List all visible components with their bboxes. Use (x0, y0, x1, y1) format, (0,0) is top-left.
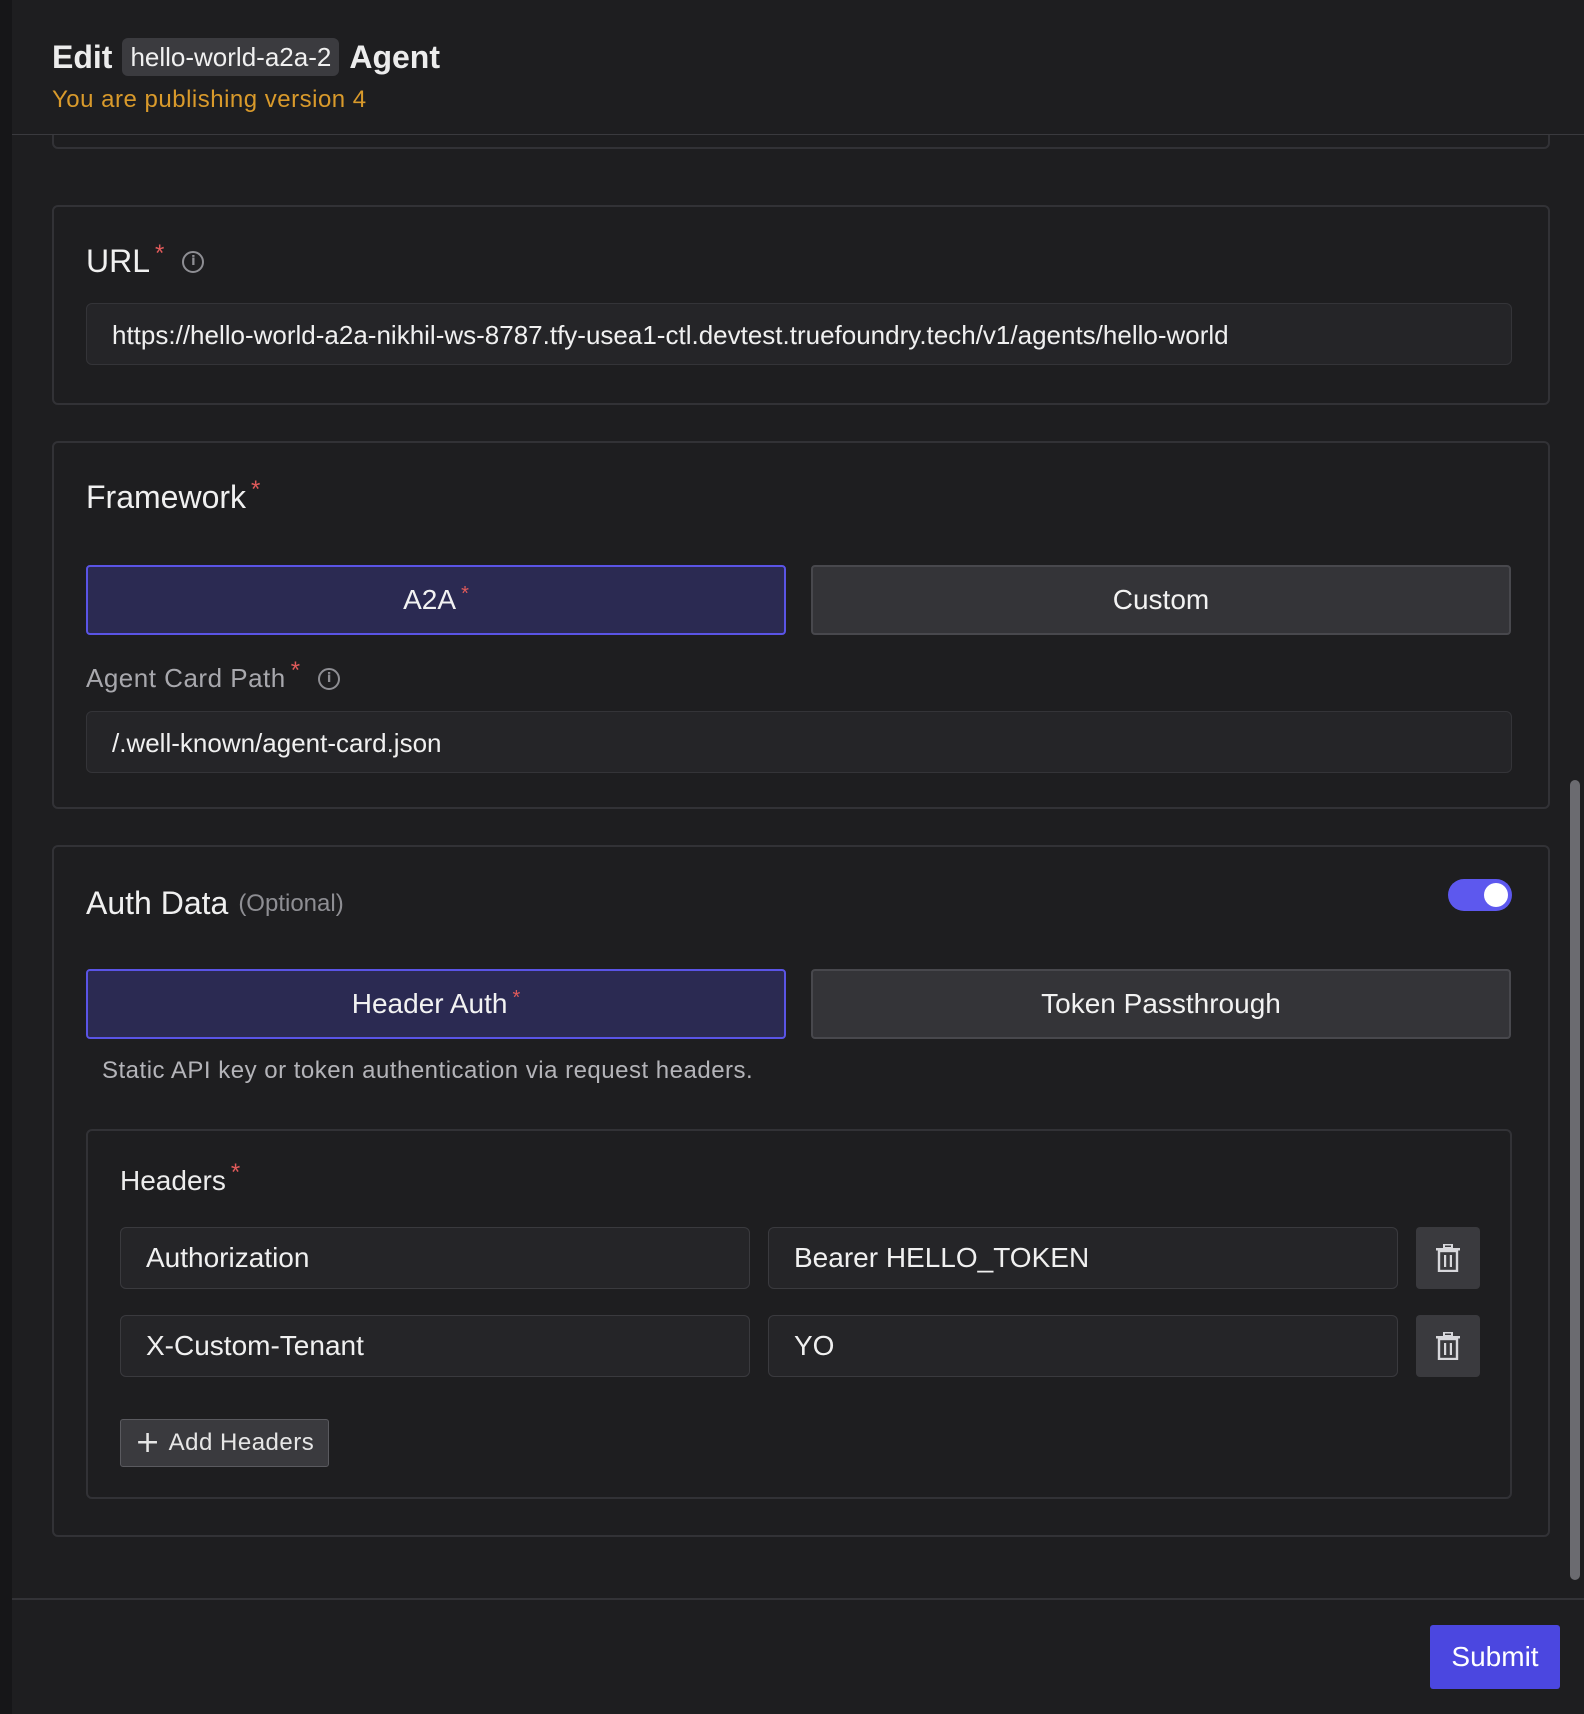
form-scroll-area[interactable]: URL * i https://hello-world-a2a-nikhil-w… (12, 135, 1584, 1598)
toggle-knob (1484, 883, 1508, 907)
auth-section: Auth Data (Optional) Header Auth * Token… (52, 845, 1550, 1537)
url-label: URL (86, 243, 151, 279)
required-mark: * (461, 582, 469, 605)
option-label: Header Auth (351, 988, 508, 1019)
info-icon[interactable]: i (318, 667, 341, 690)
option-label: A2A (403, 584, 457, 615)
title-agent-word: Agent (349, 38, 440, 75)
headers-label: Headers (120, 1165, 226, 1196)
header-key-input[interactable]: Authorization (120, 1227, 750, 1289)
headers-card: Headers * Authorization Bearer HELLO_TOK… (86, 1129, 1512, 1499)
panel-header: Edit hello-world-a2a-2 Agent You are pub… (12, 0, 1584, 135)
required-mark: * (155, 239, 165, 267)
option-label: Custom (1112, 584, 1210, 615)
version-subtitle: You are publishing version 4 (52, 86, 367, 113)
delete-header-button[interactable] (1416, 1315, 1480, 1377)
optional-text: (Optional) (238, 889, 344, 917)
submit-button[interactable]: Submit (1430, 1625, 1560, 1689)
url-input[interactable]: https://hello-world-a2a-nikhil-ws-8787.t… (86, 303, 1512, 365)
plus-icon: + (135, 1425, 161, 1460)
edit-agent-panel: Edit hello-world-a2a-2 Agent You are pub… (12, 0, 1584, 1714)
framework-option-a2a[interactable]: A2A * (86, 565, 786, 635)
add-headers-button[interactable]: + Add Headers (120, 1419, 330, 1467)
framework-section: Framework * A2A * Custom Agent Card Path… (52, 441, 1550, 809)
url-label-row: URL * i (86, 239, 205, 280)
framework-option-custom[interactable]: Custom (811, 565, 1511, 635)
delete-header-button[interactable] (1416, 1227, 1480, 1289)
info-icon[interactable]: i (182, 250, 205, 273)
framework-label: Framework (86, 479, 247, 515)
header-value-input[interactable]: YO (768, 1315, 1398, 1377)
title-edit-word: Edit (52, 38, 113, 75)
page-title: Edit hello-world-a2a-2 Agent (52, 38, 440, 76)
required-mark: * (512, 986, 521, 1009)
auth-option-header-auth[interactable]: Header Auth * (86, 969, 786, 1039)
trash-icon (1436, 1244, 1460, 1272)
auth-option-token-passthrough[interactable]: Token Passthrough (811, 969, 1511, 1039)
agent-name-chip: hello-world-a2a-2 (122, 38, 340, 76)
add-headers-label: Add Headers (168, 1429, 315, 1456)
auth-hint: Static API key or token authentication v… (102, 1057, 754, 1084)
option-label: Token Passthrough (1041, 988, 1281, 1019)
agent-card-path-input[interactable]: /.well-known/agent-card.json (86, 711, 1512, 773)
scrollbar[interactable] (1570, 780, 1580, 1580)
panel-footer: Submit (12, 1598, 1584, 1714)
header-key-input[interactable]: X-Custom-Tenant (120, 1315, 750, 1377)
required-mark: * (230, 1159, 241, 1186)
header-value-input[interactable]: Bearer HELLO_TOKEN (768, 1227, 1398, 1289)
auth-label-row: Auth Data (Optional) (86, 885, 344, 922)
agent-card-path-label: Agent Card Path (86, 663, 286, 693)
required-mark: * (290, 656, 301, 684)
url-section: URL * i https://hello-world-a2a-nikhil-w… (52, 205, 1550, 405)
auth-label: Auth Data (86, 885, 229, 921)
headers-label-row: Headers * (120, 1159, 240, 1197)
framework-label-row: Framework * (86, 475, 261, 516)
previous-section-card (52, 135, 1550, 149)
auth-toggle[interactable] (1448, 879, 1512, 911)
agent-card-path-label-row: Agent Card Path * i (86, 657, 341, 694)
trash-icon (1436, 1332, 1460, 1360)
required-mark: * (251, 475, 261, 503)
